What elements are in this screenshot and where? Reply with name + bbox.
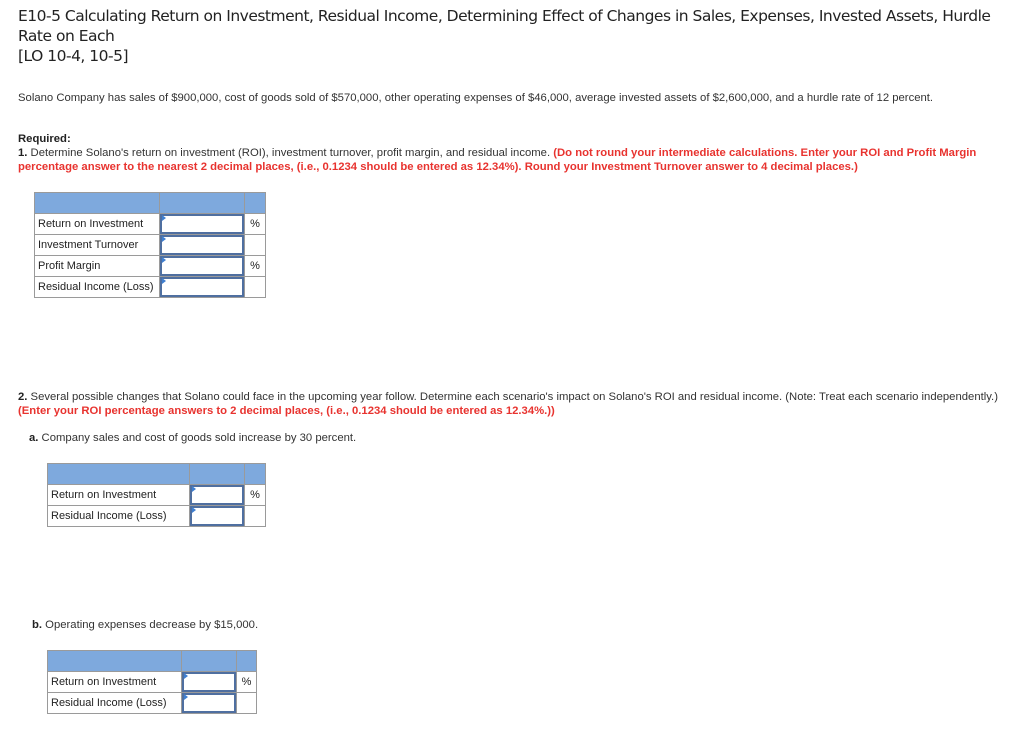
row-label-residual-income: Residual Income (Loss): [34, 276, 160, 298]
title-line-1: E10-5 Calculating Return on Investment, …: [18, 7, 991, 45]
table-row: Return on Investment %: [47, 484, 266, 506]
row-label-roi: Return on Investment: [47, 671, 182, 693]
table-header: [47, 463, 266, 485]
unit-cell: [244, 276, 266, 298]
unit-cell: [236, 692, 257, 714]
question-1-text: Determine Solano's return on investment …: [27, 147, 554, 159]
question-2-text: Several possible changes that Solano cou…: [27, 391, 998, 403]
percent-unit: %: [244, 213, 266, 235]
percent-unit: %: [244, 484, 266, 506]
answer-table-1: Return on Investment % Investment Turnov…: [34, 192, 266, 298]
investment-turnover-input[interactable]: [159, 235, 245, 255]
row-label-roi: Return on Investment: [34, 213, 160, 235]
table-row: Return on Investment %: [34, 213, 266, 235]
required-heading: Required:: [18, 133, 71, 145]
required-section: Required: 1. Determine Solano's return o…: [18, 132, 1008, 174]
question-2: 2. Several possible changes that Solano …: [18, 390, 1008, 418]
scenario-b-text: b. Operating expenses decrease by $15,00…: [32, 619, 259, 631]
roi-input[interactable]: [159, 214, 245, 234]
table-header: [47, 650, 257, 672]
unit-cell: [244, 234, 266, 256]
residual-income-input[interactable]: [159, 277, 245, 297]
row-label-residual-income: Residual Income (Loss): [47, 505, 190, 527]
answer-table-scenario-a: Return on Investment % Residual Income (…: [47, 463, 266, 527]
scenario-a-text: a. Company sales and cost of goods sold …: [29, 432, 357, 444]
profit-margin-input[interactable]: [159, 256, 245, 276]
scenario-b-residual-income-input[interactable]: [181, 693, 237, 713]
answer-table-scenario-b: Return on Investment % Residual Income (…: [47, 650, 257, 714]
table-row: Return on Investment %: [47, 671, 257, 693]
row-label-investment-turnover: Investment Turnover: [34, 234, 160, 256]
table-row: Residual Income (Loss): [47, 692, 257, 714]
unit-cell: [244, 505, 266, 527]
table-header: [34, 192, 266, 214]
question-1: 1. Determine Solano's return on investme…: [18, 146, 1008, 174]
percent-unit: %: [236, 671, 257, 693]
title-line-2: [LO 10-4, 10-5]: [18, 47, 129, 65]
row-label-residual-income: Residual Income (Loss): [47, 692, 182, 714]
row-label-roi: Return on Investment: [47, 484, 190, 506]
scenario-a-roi-input[interactable]: [189, 485, 245, 505]
table-row: Residual Income (Loss): [34, 276, 266, 298]
table-row: Investment Turnover: [34, 234, 266, 256]
question-2-instruction: (Enter your ROI percentage answers to 2 …: [18, 405, 555, 417]
scenario-a-residual-income-input[interactable]: [189, 506, 245, 526]
percent-unit: %: [244, 255, 266, 277]
table-row: Residual Income (Loss): [47, 505, 266, 527]
page-title: E10-5 Calculating Return on Investment, …: [18, 6, 1018, 66]
scenario-b-roi-input[interactable]: [181, 672, 237, 692]
question-2-number: 2.: [18, 391, 28, 403]
problem-intro: Solano Company has sales of $900,000, co…: [18, 92, 934, 104]
table-row: Profit Margin %: [34, 255, 266, 277]
row-label-profit-margin: Profit Margin: [34, 255, 160, 277]
question-1-number: 1.: [18, 147, 28, 159]
